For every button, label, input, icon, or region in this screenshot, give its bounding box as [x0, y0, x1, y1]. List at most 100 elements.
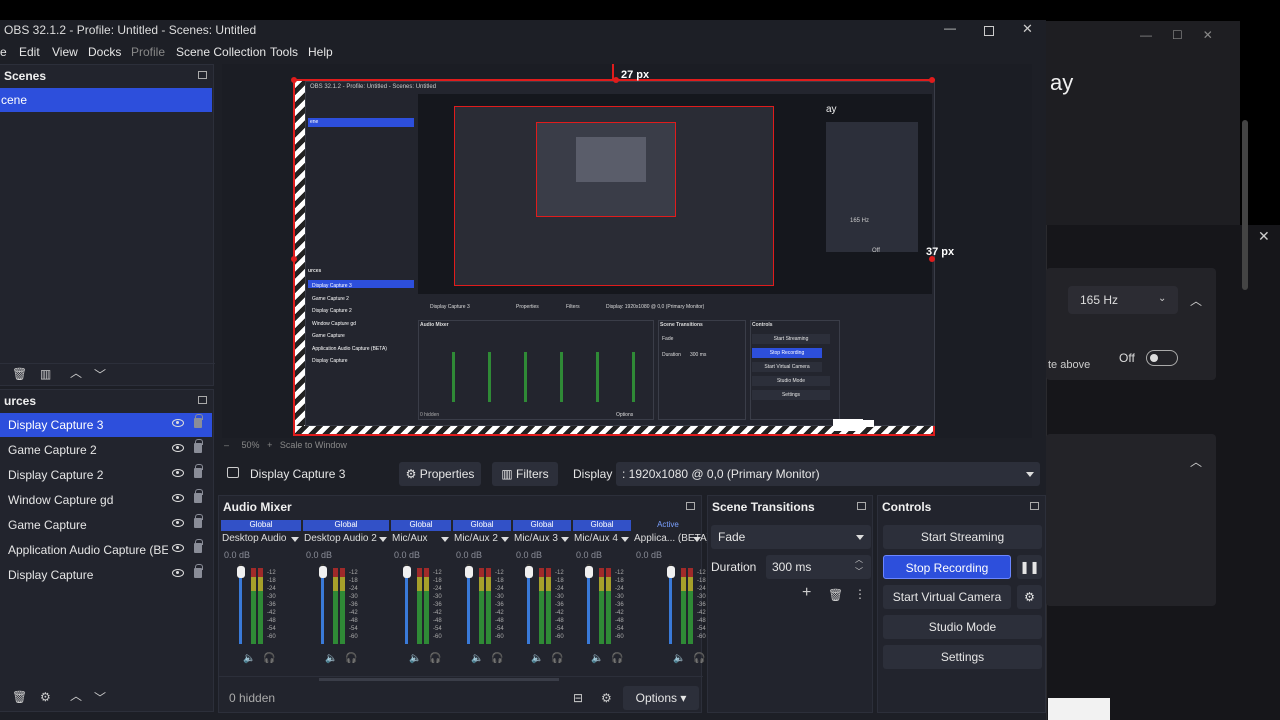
close-button[interactable]: ✕ [1022, 21, 1033, 37]
menu-file[interactable]: e [0, 45, 7, 59]
headphones-icon[interactable]: 🎧 [693, 652, 705, 666]
lock-icon[interactable] [194, 489, 203, 503]
headphones-icon[interactable]: 🎧 [551, 652, 563, 666]
source-row[interactable]: Game Capture 2 [0, 438, 212, 462]
add-icon[interactable]: + [802, 585, 811, 601]
channel-menu-icon[interactable] [561, 537, 569, 542]
eye-icon[interactable] [172, 494, 184, 502]
trash-icon[interactable]: 🗑 [12, 367, 27, 381]
lock-icon[interactable] [194, 414, 203, 428]
float-icon[interactable] [857, 502, 866, 510]
studio-mode-button[interactable]: Studio Mode [883, 615, 1042, 639]
options-button[interactable]: Options ▾ [623, 686, 699, 710]
float-icon[interactable] [198, 396, 207, 404]
channel-menu-icon[interactable] [501, 537, 509, 542]
chevron-down-icon[interactable]: ﹀ [94, 691, 106, 705]
resize-handle[interactable] [291, 77, 297, 83]
lock-icon[interactable] [194, 539, 203, 553]
lock-icon[interactable] [194, 564, 203, 578]
headphones-icon[interactable]: 🎧 [345, 652, 357, 666]
channel-menu-icon[interactable] [291, 537, 299, 542]
menu-scene-collection[interactable]: Scene Collection [176, 45, 266, 59]
channel-menu-icon[interactable] [379, 537, 387, 542]
spinbox-arrows[interactable]: ︿ ﹀ [855, 554, 863, 578]
chevron-up-icon[interactable]: ︿ [1190, 292, 1202, 309]
source-row[interactable]: Display Capture 2 [0, 463, 212, 487]
float-icon[interactable] [1030, 502, 1039, 510]
source-row[interactable]: Window Capture gd [0, 488, 212, 512]
menu-help[interactable]: Help [308, 45, 333, 59]
float-icon[interactable] [198, 71, 207, 79]
start-virtual-camera-button[interactable]: Start Virtual Camera [883, 585, 1011, 609]
lock-icon[interactable] [194, 439, 203, 453]
eye-icon[interactable] [172, 444, 184, 452]
headphones-icon[interactable]: 🎧 [429, 652, 441, 666]
gear-icon[interactable]: ⚙ [1017, 585, 1042, 609]
headphones-icon[interactable]: 🎧 [263, 652, 275, 666]
start-streaming-button[interactable]: Start Streaming [883, 525, 1042, 549]
close-icon[interactable]: ✕ [1258, 228, 1270, 245]
eye-icon[interactable] [172, 469, 184, 477]
trash-icon[interactable]: 🗑 [12, 690, 27, 704]
headphones-icon[interactable]: 🎧 [491, 652, 503, 666]
channel-menu-icon[interactable] [621, 537, 629, 542]
speaker-icon[interactable]: 🔈 [471, 652, 483, 666]
gear-icon[interactable]: ⚙ [40, 690, 51, 704]
resize-handle[interactable] [929, 77, 935, 83]
channel-menu-icon[interactable] [441, 537, 449, 542]
source-row[interactable]: Display Capture 3 [0, 413, 212, 437]
volume-fader-knob[interactable] [237, 566, 245, 578]
preview-canvas[interactable]: OBS 32.1.2 - Profile: Untitled - Scenes:… [291, 77, 935, 436]
menu-profile[interactable]: Profile [131, 45, 165, 59]
minimize-button[interactable]: — [944, 21, 956, 35]
volume-fader-knob[interactable] [525, 566, 533, 578]
source-row[interactable]: Game Capture [0, 513, 212, 537]
speaker-icon[interactable]: 🔈 [531, 652, 543, 666]
speaker-icon[interactable]: 🔈 [673, 652, 685, 666]
headphones-icon[interactable]: 🎧 [611, 652, 623, 666]
more-icon[interactable]: ⋮ [854, 587, 866, 601]
speaker-icon[interactable]: 🔈 [243, 652, 255, 666]
chevron-up-icon[interactable]: ︿ [1190, 453, 1202, 470]
chevron-down-icon[interactable]: ﹀ [94, 368, 106, 382]
float-icon[interactable] [686, 502, 695, 510]
menu-edit[interactable]: Edit [19, 45, 40, 59]
channel-menu-icon[interactable] [693, 537, 701, 542]
volume-fader-knob[interactable] [667, 566, 675, 578]
speaker-icon[interactable]: 🔈 [409, 652, 421, 666]
lock-icon[interactable] [194, 464, 203, 478]
eye-icon[interactable] [172, 519, 184, 527]
filter-icon[interactable]: ▥ [40, 367, 51, 381]
eye-icon[interactable] [172, 569, 184, 577]
volume-fader-knob[interactable] [319, 566, 327, 578]
menu-view[interactable]: View [52, 45, 78, 59]
layout-icon[interactable]: ⊟ [573, 691, 583, 705]
volume-fader-knob[interactable] [585, 566, 593, 578]
pause-icon[interactable]: ❚❚ [1017, 555, 1042, 579]
speaker-icon[interactable]: 🔈 [591, 652, 603, 666]
mixer-settings-icon[interactable]: ⚙ [601, 691, 612, 705]
speaker-icon[interactable]: 🔈 [325, 652, 337, 666]
resize-handle[interactable] [291, 256, 297, 262]
volume-fader-knob[interactable] [465, 566, 473, 578]
chevron-up-icon[interactable]: ︿ [70, 366, 82, 380]
menu-tools[interactable]: Tools [270, 45, 298, 59]
trash-icon[interactable]: 🗑 [828, 588, 843, 602]
menu-docks[interactable]: Docks [88, 45, 121, 59]
lock-icon[interactable] [194, 514, 203, 528]
filters-button[interactable]: ▥ Filters [492, 462, 558, 486]
maximize-button[interactable] [984, 26, 994, 36]
chevron-up-icon[interactable]: ︿ [70, 689, 82, 703]
scene-item[interactable]: cene [0, 88, 212, 112]
toggle-switch[interactable] [1146, 350, 1178, 366]
properties-button[interactable]: ⚙ Properties [399, 462, 481, 486]
scrollbar[interactable] [319, 678, 559, 681]
eye-icon[interactable] [172, 419, 184, 427]
eye-icon[interactable] [172, 544, 184, 552]
volume-fader-knob[interactable] [403, 566, 411, 578]
source-row[interactable]: Display Capture [0, 563, 212, 587]
source-row[interactable]: Application Audio Capture (BET [0, 538, 212, 562]
scrollbar[interactable] [1242, 120, 1248, 290]
settings-button[interactable]: Settings [883, 645, 1042, 669]
stop-recording-button[interactable]: Stop Recording [883, 555, 1011, 579]
